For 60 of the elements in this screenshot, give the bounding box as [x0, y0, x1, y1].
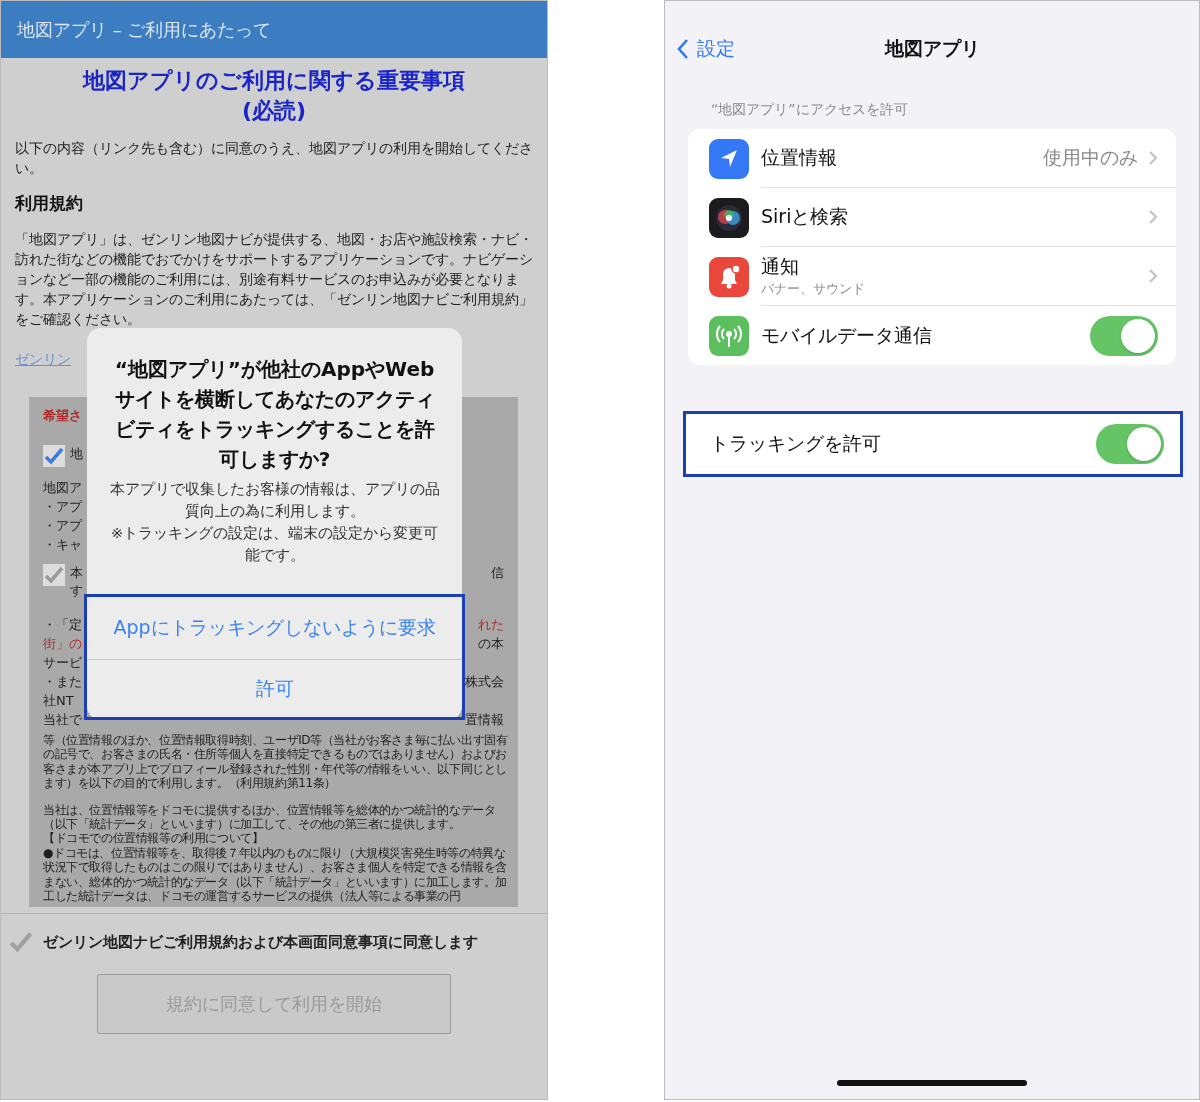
consent-text: ・「定 [43, 616, 82, 634]
nav-title: 地図アプリ [884, 36, 980, 61]
consent-text: 当社は、位置情報等をドコモに提供するほか、位置情報等を総体的かつ統計的なデータ（以下「統計データ」といいます）に加工して、その他の第三者に提供します。 [43, 802, 497, 832]
toggle-switch[interactable] [1090, 315, 1158, 356]
page-title: (必読) [240, 97, 308, 125]
chevron-icon [1148, 150, 1158, 166]
consent-text: 本 [70, 564, 83, 582]
consent-text: 地 [70, 445, 83, 463]
checkmark-icon [44, 446, 64, 466]
section-header: “地図アプリ”にアクセスを許可 [710, 100, 909, 119]
consent-text: 社NT [43, 692, 74, 710]
section-heading: 利用規約 [13, 192, 84, 215]
setting-label: トラッキングを許可 [710, 431, 881, 456]
checkmark-icon [44, 565, 64, 585]
dialog-message: 本アプリで収集したお客様の情報は、アプリの品質向上の為に利用します。 [108, 480, 441, 521]
consent-text: 等（位置情報のほか、位置情報取得時刻、ユーザID等（当社がお客さま毎に払い出す固有の記号で、お客さまの氏名・住所等個人を直接特定できるものではありません）およびお客さまが本アプリ上でプロフィール登録された性別・年代等の情報をいい、以下同じとします）を以下の目的で利用します。（利用規約第11条） [43, 733, 509, 791]
consent-text: 希望さ [43, 407, 82, 425]
page-title: 地図アプリのご利用に関する重要事項 [81, 67, 466, 95]
consent-text: れた [478, 616, 504, 634]
header-title: 地図アプリ – ご利用にあたって [17, 17, 272, 42]
setting-label[interactable]: モバイルデータ通信 [761, 322, 1090, 349]
setting-label[interactable]: 位置情報 [761, 145, 1043, 171]
consent-text: の本 [478, 635, 504, 653]
bell-icon [709, 256, 749, 297]
siri-orb-icon [709, 197, 749, 238]
consent-text: 信 [491, 564, 504, 582]
chevron-icon [1148, 209, 1158, 225]
consent-text: す [70, 582, 83, 600]
back-chevron-icon [677, 38, 689, 60]
checkbox[interactable] [43, 445, 65, 467]
consent-text: 地図ア [43, 479, 82, 497]
consent-text: 置情報 [465, 711, 504, 729]
consent-text: ・また [43, 673, 82, 691]
dialog-button[interactable]: 許可 [87, 659, 462, 717]
dialog-message: ※トラッキングの設定は、端末の設定から変更可能です。 [109, 524, 440, 565]
antenna-icon [709, 315, 749, 356]
setting-label[interactable]: 通知 [761, 254, 1148, 280]
consent-text: サービ [43, 654, 82, 672]
consent-text: ・アプ [43, 517, 82, 535]
consent-text: 街」の [43, 635, 82, 653]
terms-link[interactable]: ゼンリン [15, 351, 71, 369]
back-button[interactable]: 設定 [677, 36, 885, 62]
setting-value: 使用中のみ [1043, 145, 1138, 170]
checkmark-icon [9, 930, 33, 954]
consent-text: ●ドコモは、位置情報等を、取得後７年以内のものに限り（大規模災害発生時等の特異な状況下で取得したものはこの限りではありません）、お客さま個人を特定できる情報を含まない、総体的かつ統計的なデータ（以下「統計データ」といいます）に加工します。加工した統計データは、ドコモの運営するサービスの提供（法人等による事業の円 [43, 845, 508, 904]
setting-label[interactable]: Siriと検索 [761, 204, 1148, 230]
chevron-icon [1148, 268, 1158, 284]
consent-text: ・キャ [43, 536, 82, 554]
agree-checkbox[interactable] [9, 930, 33, 954]
terms-text: 「地図アプリ」は、ゼンリン地図ナビが提供する、地図・お店や施設検索・ナビ・訪れた街などの機能でおでかけをサポートするアプリケーションです。ナビゲーションなど一部の機能のご利用には、別途有料サービスのお申込みが必要となります。本アプリケーションのご利用にあたっては、「ゼンリン地図ナビご利用規約」をご確認ください。 [14, 230, 534, 329]
consent-text: 当社で [43, 711, 82, 729]
dialog-title: “地図アプリ”が他社のAppやWebサイトを横断してあなたのアクティビティをトラッキングすることを許可しますか? [113, 356, 436, 473]
consent-text: ・アプ [43, 498, 82, 516]
intro-text: 以下の内容（リンク先も含む）に同意のうえ、地図アプリの利用を開始してください。 [14, 139, 534, 178]
consent-text: 【ドコモでの位置情報等の利用について】 [43, 831, 265, 846]
dialog-button[interactable]: Appにトラッキングしないように要求 [87, 597, 462, 659]
agree-label: ゼンリン地図ナビご利用規約および本画面同意事項に同意します [43, 932, 478, 952]
consent-text: 株式会 [465, 673, 504, 691]
setting-subtitle: バナー、サウンド [761, 280, 866, 298]
toggle-switch[interactable] [1096, 424, 1164, 464]
